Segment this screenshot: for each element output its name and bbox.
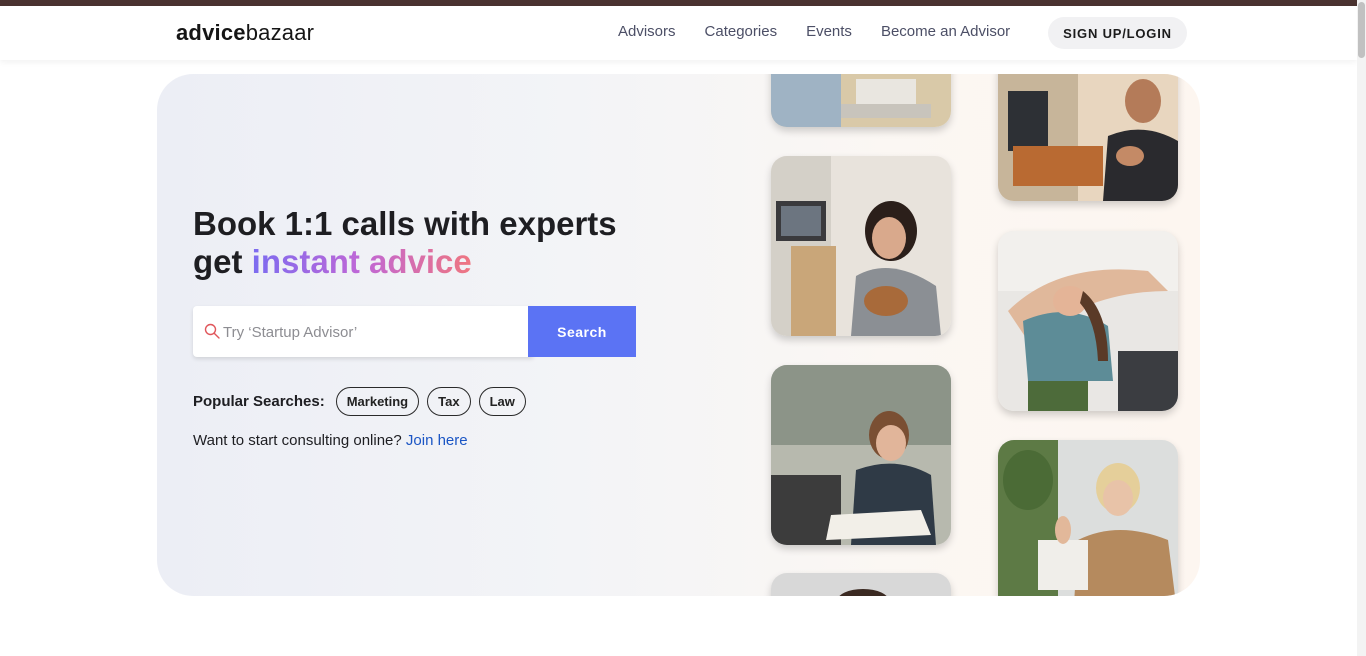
nav-advisors[interactable]: Advisors	[618, 23, 676, 40]
advisor-photo-fitness-coach[interactable]	[998, 74, 1178, 201]
nav-become-advisor[interactable]: Become an Advisor	[881, 23, 1010, 40]
consult-prompt: Want to start consulting online? Join he…	[193, 432, 468, 449]
advisor-photo-guitar[interactable]	[771, 156, 951, 336]
search-box	[193, 306, 533, 357]
tag-law[interactable]: Law	[478, 387, 526, 416]
advisor-photo-partial[interactable]	[771, 573, 951, 596]
page-scrollbar[interactable]	[1357, 0, 1366, 656]
nav-events[interactable]: Events	[806, 23, 852, 40]
search-input[interactable]	[223, 318, 523, 346]
nav-categories[interactable]: Categories	[705, 23, 778, 40]
search-bar: Search	[193, 306, 636, 357]
advisor-photo-yoga[interactable]	[998, 231, 1178, 411]
consult-text: Want to start consulting online?	[193, 432, 402, 449]
advisor-photo-podcast[interactable]	[771, 365, 951, 545]
tag-marketing[interactable]: Marketing	[335, 387, 420, 416]
signup-login-button[interactable]: SIGN UP/LOGIN	[1048, 17, 1187, 49]
search-icon	[204, 323, 220, 339]
headline-line-1: Book 1:1 calls with experts	[193, 205, 617, 242]
logo[interactable]: advicebazaar	[176, 20, 314, 46]
join-here-link[interactable]: Join here	[406, 432, 468, 449]
hero-section: Book 1:1 calls with experts get instant …	[157, 74, 1200, 596]
headline-line-2: get	[193, 243, 252, 280]
popular-searches: Popular Searches: Marketing Tax Law	[193, 387, 534, 416]
advisor-photo-business-woman[interactable]	[998, 440, 1178, 596]
headline-accent: instant advice	[251, 243, 472, 280]
scrollbar-thumb[interactable]	[1358, 2, 1365, 58]
main-nav: Advisors Categories Events Become an Adv…	[618, 23, 1039, 40]
hero-headline: Book 1:1 calls with experts get instant …	[193, 205, 617, 281]
popular-searches-label: Popular Searches:	[193, 393, 325, 410]
tag-tax[interactable]: Tax	[427, 387, 471, 416]
search-button[interactable]: Search	[528, 306, 636, 357]
advisor-photo-desk[interactable]	[771, 74, 951, 127]
site-header: advicebazaar Advisors Categories Events …	[0, 6, 1357, 60]
